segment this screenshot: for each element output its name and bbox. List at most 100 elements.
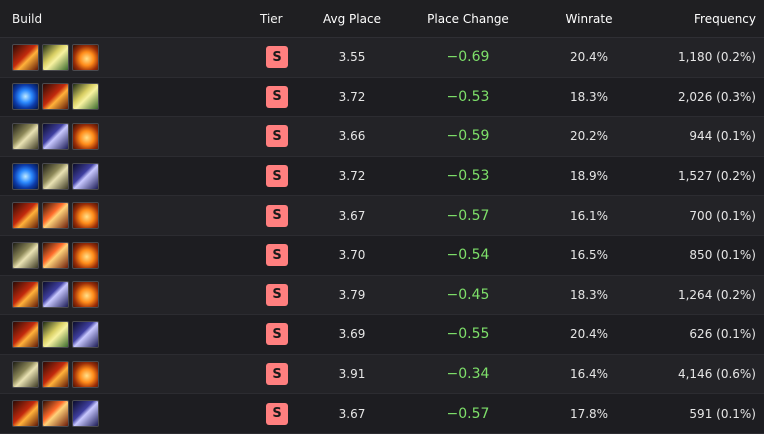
build-items	[0, 43, 248, 71]
build-items	[0, 400, 248, 428]
frequency-cell: 700 (0.1%)	[689, 208, 756, 223]
tier-badge: S	[266, 165, 288, 188]
tier-badge: S	[266, 244, 288, 267]
winrate-cell: 17.8%	[569, 406, 609, 421]
place-change-cell: −0.53	[398, 89, 538, 105]
fire-orb-icon[interactable]	[72, 43, 99, 71]
build-items	[0, 360, 248, 388]
fire-orb-icon[interactable]	[72, 281, 99, 309]
build-items	[0, 162, 248, 190]
table-header: Build Tier Avg Place Place Change Winrat…	[0, 0, 764, 38]
place-change-cell: −0.55	[398, 326, 538, 342]
blade-icon[interactable]	[42, 83, 69, 111]
avg-place-cell: 3.69	[338, 327, 366, 342]
col-header-winrate[interactable]: Winrate	[538, 12, 640, 26]
winrate-cell: 18.3%	[569, 89, 609, 104]
table-row[interactable]: S 3.91 −0.34 16.4% 4,146 (0.6%)	[0, 354, 764, 395]
arrow-icon[interactable]	[42, 202, 69, 230]
fire-orb-icon[interactable]	[72, 122, 99, 150]
table-row[interactable]: S 3.72 −0.53 18.3% 2,026 (0.3%)	[0, 77, 764, 118]
col-header-frequency[interactable]: Frequency	[640, 12, 764, 26]
fire-orb-icon[interactable]	[72, 241, 99, 269]
avg-place-cell: 3.72	[338, 89, 366, 104]
blade-icon[interactable]	[12, 202, 39, 230]
tier-badge: S	[266, 46, 288, 69]
avg-place-cell: 3.79	[338, 287, 366, 302]
place-change-value: −0.45	[446, 286, 490, 303]
tier-cell: S	[248, 125, 306, 148]
axe-icon[interactable]	[12, 360, 39, 388]
frequency-cell: 4,146 (0.6%)	[677, 367, 756, 382]
axe-icon[interactable]	[12, 241, 39, 269]
table-row[interactable]: S 3.66 −0.59 20.2% 944 (0.1%)	[0, 117, 764, 157]
avg-place-cell: 3.72	[338, 169, 366, 184]
tier-cell: S	[248, 283, 306, 306]
place-change-value: −0.53	[446, 88, 490, 105]
place-change-value: −0.69	[446, 49, 490, 66]
place-change-value: −0.34	[446, 366, 490, 383]
spear-icon[interactable]	[42, 122, 69, 150]
tier-badge: S	[266, 323, 288, 346]
axe-icon[interactable]	[42, 162, 69, 190]
axe-icon[interactable]	[12, 122, 39, 150]
spear-icon[interactable]	[72, 320, 99, 348]
winrate-cell: 18.3%	[569, 287, 609, 302]
table-row[interactable]: S 3.70 −0.54 16.5% 850 (0.1%)	[0, 235, 764, 276]
table-row[interactable]: S 3.72 −0.53 18.9% 1,527 (0.2%)	[0, 156, 764, 197]
blade-icon[interactable]	[12, 320, 39, 348]
build-items	[0, 202, 248, 230]
avg-place-cell: 3.67	[338, 208, 366, 223]
avg-place-cell: 3.67	[338, 406, 366, 421]
water-orb-icon[interactable]	[12, 83, 39, 111]
tier-badge: S	[266, 125, 288, 148]
place-change-cell: −0.69	[398, 49, 538, 65]
fire-orb-icon[interactable]	[72, 202, 99, 230]
arrow-icon[interactable]	[42, 400, 69, 428]
spear-icon[interactable]	[42, 281, 69, 309]
tier-badge: S	[266, 204, 288, 227]
table-row[interactable]: S 3.67 −0.57 16.1% 700 (0.1%)	[0, 196, 764, 236]
col-header-place-change[interactable]: Place Change	[398, 12, 538, 26]
tier-badge: S	[266, 283, 288, 306]
place-change-value: −0.53	[446, 168, 490, 185]
arrow-icon[interactable]	[42, 241, 69, 269]
frequency-cell: 1,527 (0.2%)	[677, 169, 756, 184]
tier-cell: S	[248, 244, 306, 267]
frequency-cell: 944 (0.1%)	[689, 129, 756, 144]
tier-cell: S	[248, 363, 306, 386]
winrate-cell: 20.4%	[569, 327, 609, 342]
avg-place-cell: 3.91	[338, 367, 366, 382]
bolt-icon[interactable]	[72, 83, 99, 111]
winrate-cell: 16.5%	[569, 248, 609, 263]
winrate-cell: 20.4%	[569, 50, 609, 65]
build-items	[0, 320, 248, 348]
place-change-cell: −0.34	[398, 366, 538, 382]
col-header-build[interactable]: Build	[0, 12, 248, 26]
spear-icon[interactable]	[72, 400, 99, 428]
place-change-cell: −0.45	[398, 287, 538, 303]
bolt-icon[interactable]	[42, 320, 69, 348]
frequency-cell: 2,026 (0.3%)	[677, 89, 756, 104]
blade-icon[interactable]	[12, 43, 39, 71]
water-orb-icon[interactable]	[12, 162, 39, 190]
build-items	[0, 83, 248, 111]
col-header-tier[interactable]: Tier	[248, 12, 306, 26]
table-row[interactable]: S 3.55 −0.69 20.4% 1,180 (0.2%)	[0, 38, 764, 78]
blade-icon[interactable]	[12, 400, 39, 428]
col-header-avg-place[interactable]: Avg Place	[306, 12, 398, 26]
bolt-icon[interactable]	[42, 43, 69, 71]
blade-icon[interactable]	[12, 281, 39, 309]
place-change-value: −0.54	[446, 247, 490, 264]
winrate-cell: 16.4%	[569, 367, 609, 382]
table-row[interactable]: S 3.79 −0.45 18.3% 1,264 (0.2%)	[0, 275, 764, 316]
table-row[interactable]: S 3.67 −0.57 17.8% 591 (0.1%)	[0, 394, 764, 434]
winrate-cell: 16.1%	[569, 208, 609, 223]
frequency-cell: 1,264 (0.2%)	[677, 287, 756, 302]
blade-icon[interactable]	[42, 360, 69, 388]
frequency-cell: 850 (0.1%)	[689, 248, 756, 263]
place-change-cell: −0.57	[398, 208, 538, 224]
fire-orb-icon[interactable]	[72, 360, 99, 388]
spear-icon[interactable]	[72, 162, 99, 190]
place-change-cell: −0.59	[398, 128, 538, 144]
table-row[interactable]: S 3.69 −0.55 20.4% 626 (0.1%)	[0, 315, 764, 355]
